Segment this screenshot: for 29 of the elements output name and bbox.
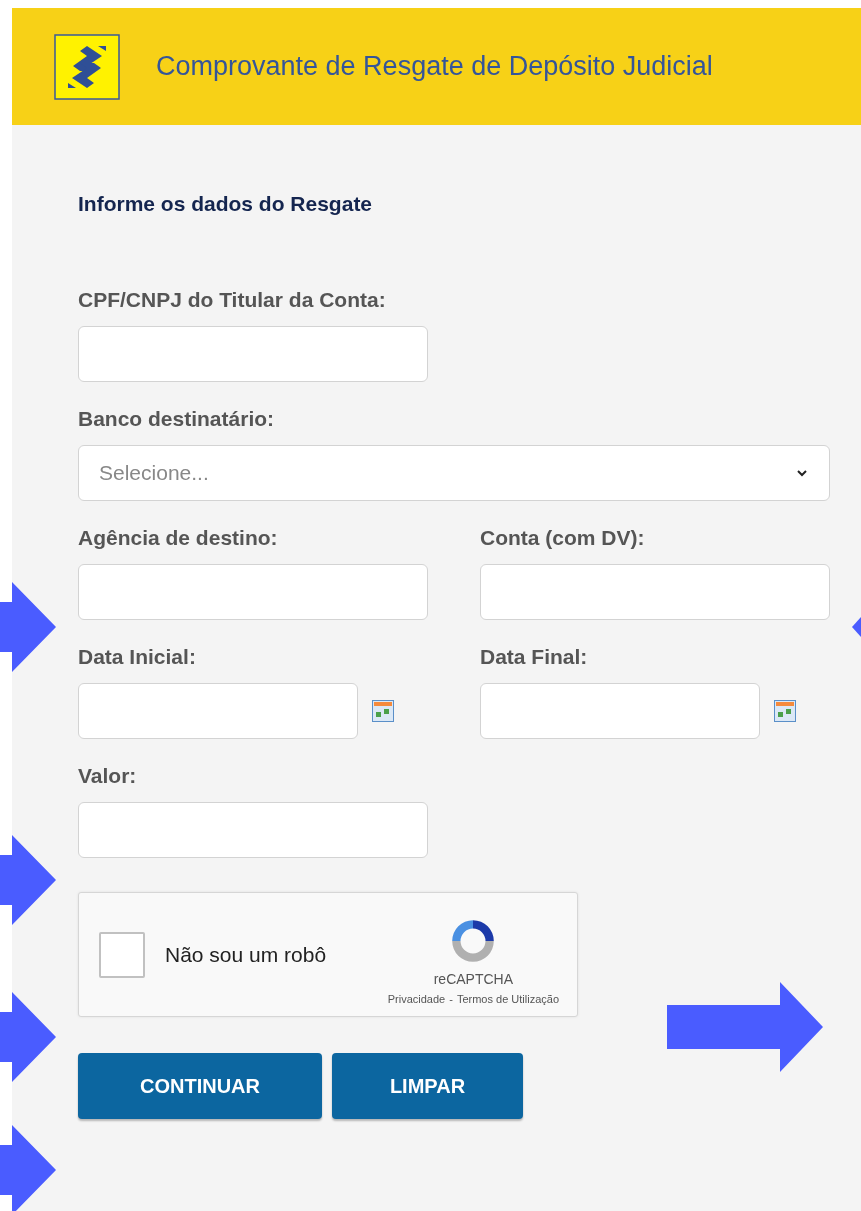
page-title: Comprovante de Resgate de Depósito Judicial xyxy=(156,51,713,82)
field-label: Valor: xyxy=(78,763,138,789)
continue-button[interactable]: CONTINUAR xyxy=(78,1053,322,1119)
privacy-link[interactable]: Privacidade xyxy=(387,992,446,1005)
pointer-arrow xyxy=(852,617,861,637)
logo-icon xyxy=(54,33,120,100)
input-field[interactable] xyxy=(480,564,830,620)
date-field[interactable] xyxy=(480,683,760,739)
chevron-down-icon xyxy=(797,469,807,477)
date-field[interactable] xyxy=(78,683,358,739)
form-heading: Informe os dados do Resgate xyxy=(78,191,374,217)
field-label: Agência de destino: xyxy=(78,525,279,551)
calendar-icon[interactable] xyxy=(372,700,394,722)
link-separator: - xyxy=(449,992,453,1005)
terms-link[interactable]: Termos de Utilização xyxy=(456,992,559,1005)
calendar-icon[interactable] xyxy=(774,700,796,722)
field-label: Conta (com DV): xyxy=(480,525,646,551)
recaptcha-label: reCAPTCHA xyxy=(433,970,514,987)
input-field[interactable] xyxy=(78,564,428,620)
field-label: CPF/CNPJ do Titular da Conta: xyxy=(78,287,387,313)
checkbox[interactable] xyxy=(99,931,145,978)
captcha-label: Não sou um robô xyxy=(165,942,328,967)
field-label: Data Inicial: xyxy=(78,644,197,670)
input-field[interactable] xyxy=(78,326,428,382)
field-label: Data Final: xyxy=(480,644,589,670)
input-field[interactable] xyxy=(78,802,428,858)
bank-dropdown[interactable]: Selecione... xyxy=(78,445,830,501)
clear-button[interactable]: LIMPAR xyxy=(332,1053,523,1119)
field-label: Banco destinatário: xyxy=(78,406,276,432)
